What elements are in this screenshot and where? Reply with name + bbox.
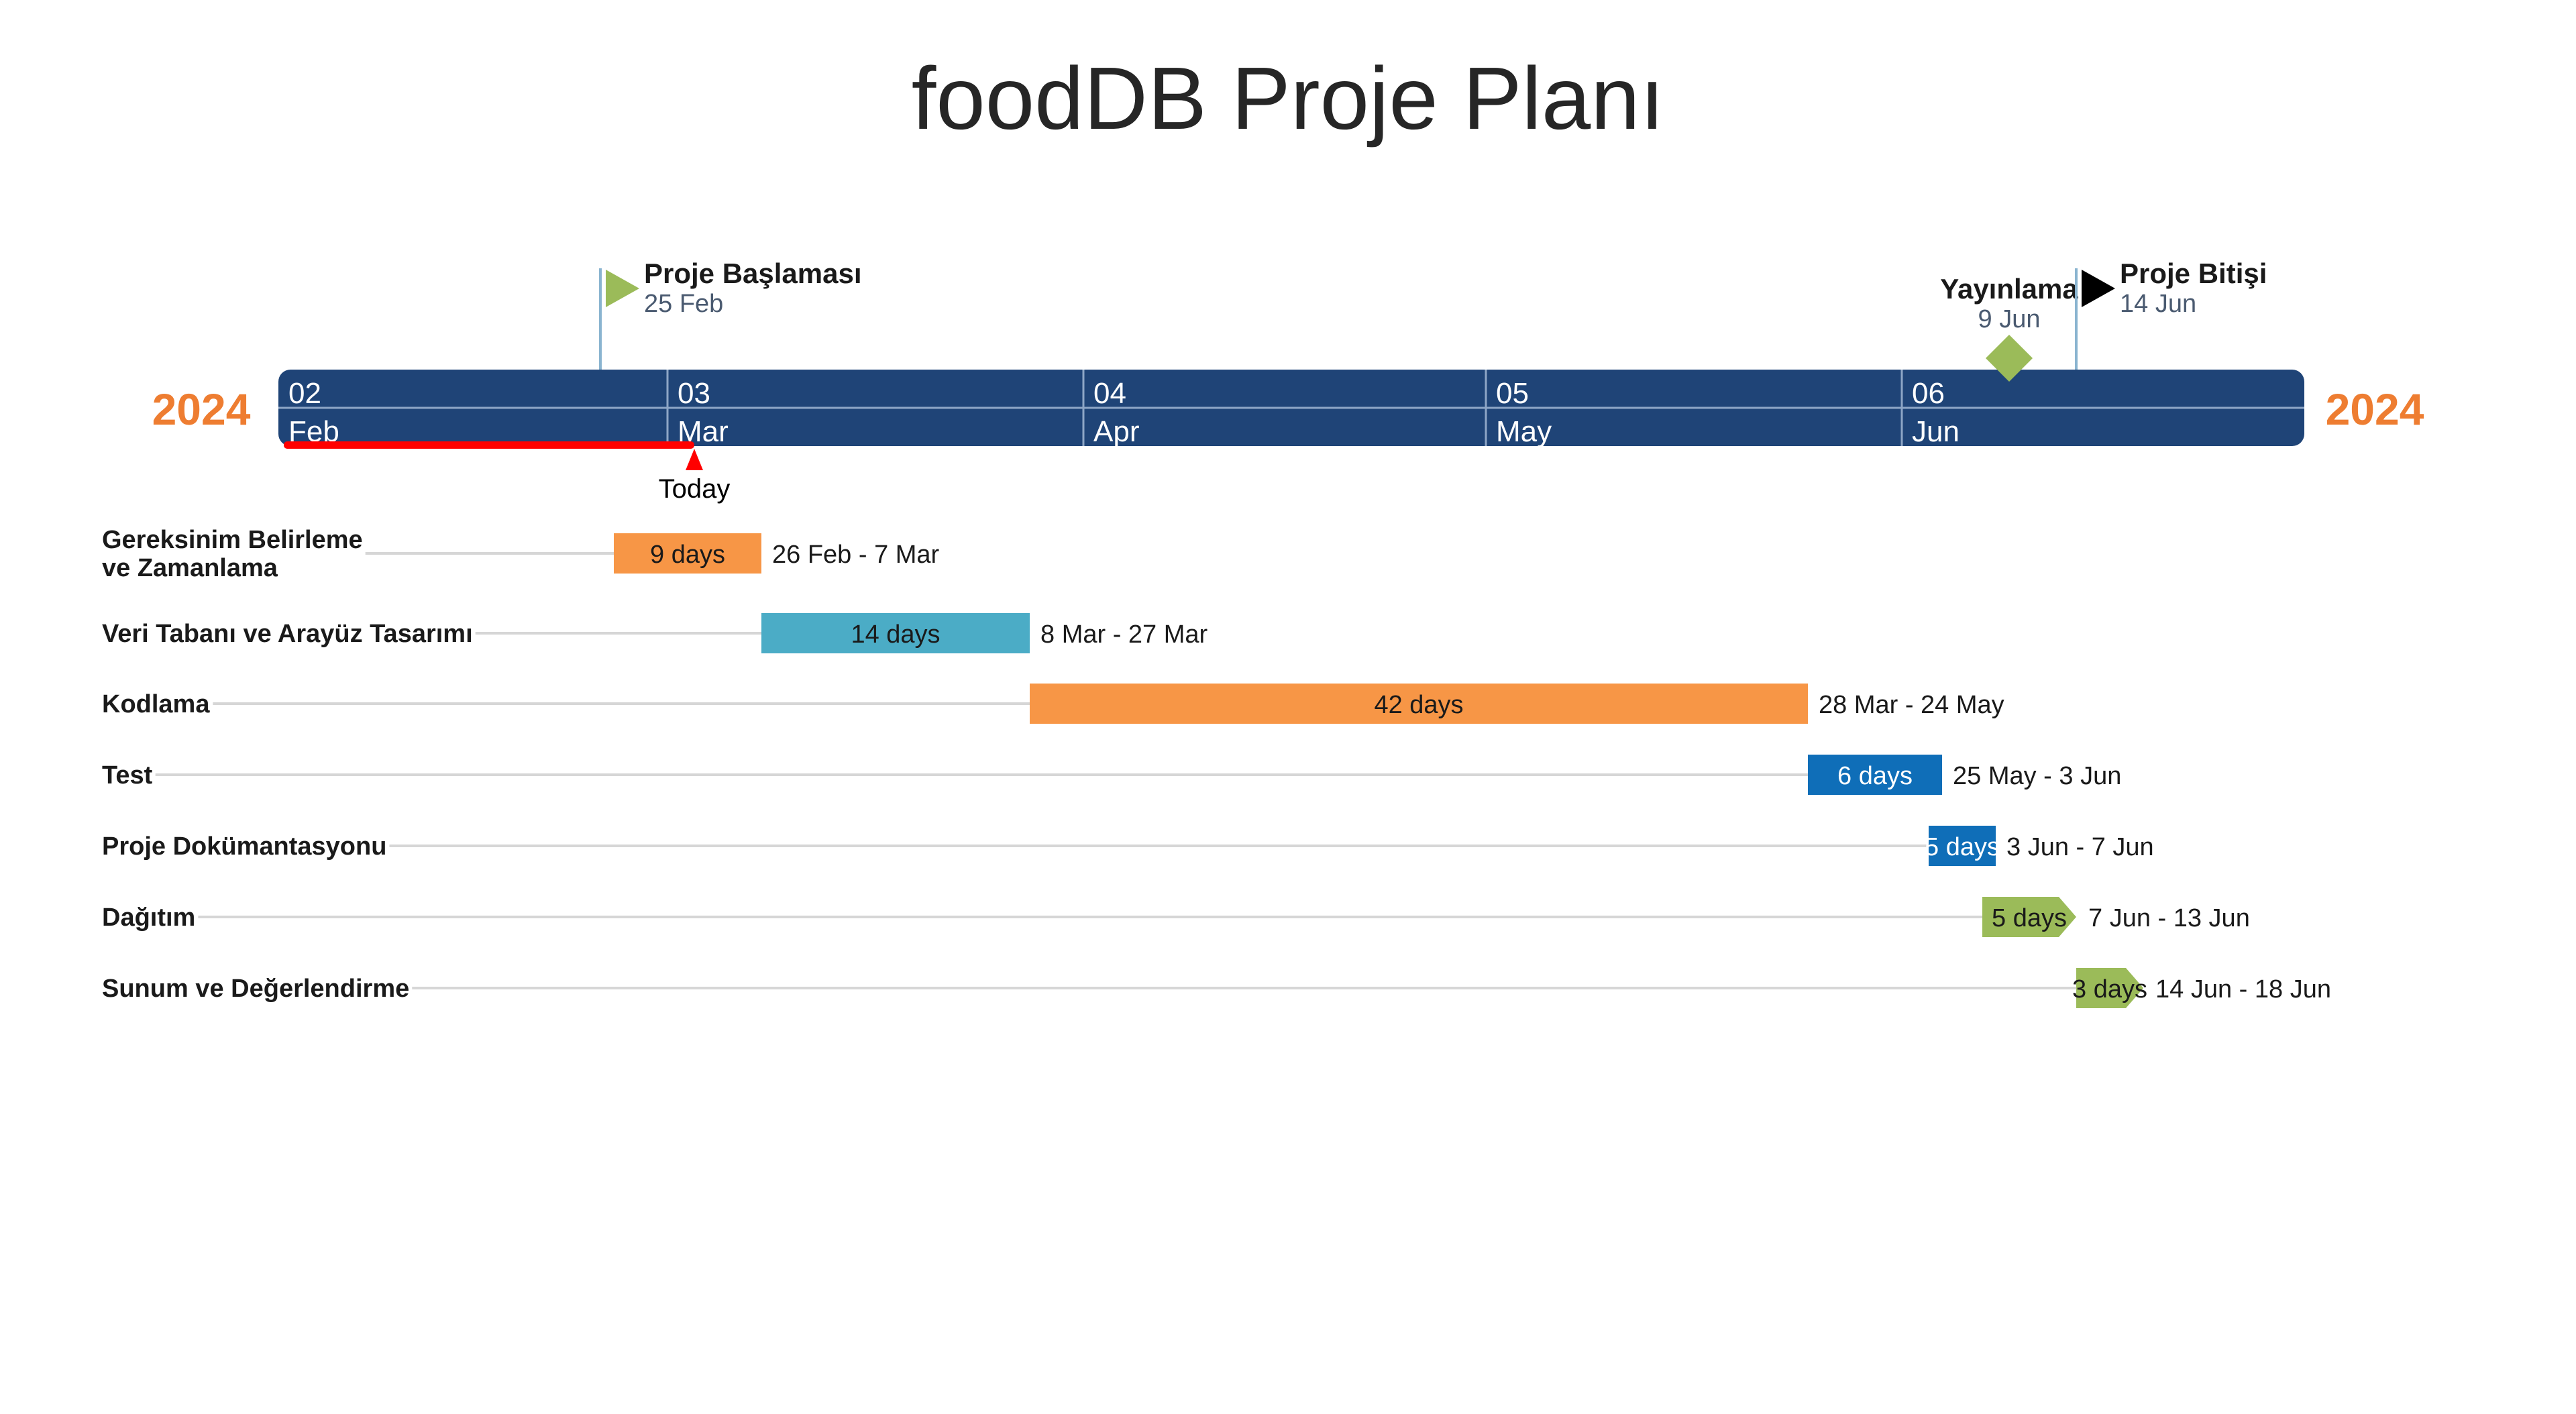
milestone-date: 9 Jun bbox=[1978, 305, 2041, 333]
task-row: Dağıtım 5 days 7 Jun - 13 Jun bbox=[102, 897, 2250, 937]
timeline-tick-number: 03 bbox=[678, 377, 710, 410]
timeline-tick-number: 02 bbox=[288, 377, 321, 410]
today-marker bbox=[686, 449, 703, 470]
task-name: Sunum ve Değerlendirme bbox=[102, 975, 409, 1003]
milestone: Proje Başlaması25 Feb bbox=[599, 258, 862, 370]
task-row: Veri Tabanı ve Arayüz Tasarımı 14 days 8 M… bbox=[102, 613, 1208, 653]
milestone-name: Proje Başlaması bbox=[644, 258, 862, 289]
task-duration-label: 42 days bbox=[1374, 691, 1463, 719]
task-name-line: Kodlama bbox=[102, 690, 210, 718]
milestone-name: Yayınlama bbox=[1940, 273, 2078, 305]
task-name: Gereksinim Belirleme ve Zamanlama bbox=[102, 526, 363, 582]
task-date-range: 28 Mar - 24 May bbox=[1819, 691, 2004, 719]
milestone-date: 25 Feb bbox=[644, 290, 723, 318]
task-name-line: Proje Dokümantasyonu bbox=[102, 832, 386, 861]
task-name: Veri Tabanı ve Arayüz Tasarımı bbox=[102, 620, 473, 648]
task-row: Proje Dokümantasyonu 5 days 3 Jun - 7 Jun bbox=[102, 826, 2154, 866]
task-name-line: ve Zamanlama bbox=[102, 554, 278, 582]
task-duration-label: 5 days bbox=[1925, 833, 2000, 861]
timeline-tick-number: 06 bbox=[1912, 377, 1945, 410]
task-name-line: Test bbox=[102, 761, 153, 790]
milestones: Proje Başlaması25 Feb Yayınlama9 JunProje… bbox=[599, 258, 2267, 382]
task-name-line: Gereksinim Belirleme bbox=[102, 526, 363, 554]
timeline-tick-number: 04 bbox=[1093, 377, 1126, 410]
task-row: Kodlama 42 days 28 Mar - 24 May bbox=[102, 684, 2004, 724]
task-date-range: 25 May - 3 Jun bbox=[1953, 762, 2121, 790]
gantt-chart: foodDB Proje Planı 2024 2024 02 Feb 03 Mar 0… bbox=[0, 0, 2576, 1414]
task-name: Proje Dokümantasyonu bbox=[102, 832, 386, 861]
today-progress-line bbox=[284, 441, 694, 449]
task-duration-label: 6 days bbox=[1837, 762, 1913, 790]
task-rows: Gereksinim Belirleme ve Zamanlama 9 days 26… bbox=[102, 526, 2331, 1008]
timeline: 02Feb03Mar04Apr05May06JunToday bbox=[278, 370, 2304, 504]
milestone-flag-icon bbox=[606, 270, 639, 307]
task-duration-label: 5 days bbox=[1992, 904, 2067, 932]
today-label: Today bbox=[659, 474, 731, 504]
task-date-range: 7 Jun - 13 Jun bbox=[2088, 904, 2250, 932]
year-label-right: 2024 bbox=[2326, 384, 2424, 434]
gantt-svg: foodDB Proje Planı 2024 2024 02Feb03Mar0… bbox=[102, 49, 2424, 1008]
task-row: Sunum ve Değerlendirme 3 days 14 Jun - 18 … bbox=[102, 968, 2331, 1008]
milestone-date: 14 Jun bbox=[2120, 290, 2196, 318]
task-date-range: 8 Mar - 27 Mar bbox=[1040, 620, 1208, 649]
task-row: Gereksinim Belirleme ve Zamanlama 9 days 26… bbox=[102, 526, 940, 582]
task-name-line: Veri Tabanı ve Arayüz Tasarımı bbox=[102, 620, 473, 648]
task-duration-label: 9 days bbox=[650, 541, 725, 569]
task-name: Kodlama bbox=[102, 690, 210, 718]
task-date-range: 3 Jun - 7 Jun bbox=[2006, 833, 2154, 861]
timeline-tick-month: May bbox=[1496, 415, 1552, 448]
milestone: Proje Bitişi14 Jun bbox=[2075, 258, 2267, 370]
chart-title: foodDB Proje Planı bbox=[912, 49, 1665, 148]
milestone-flag-icon bbox=[2082, 270, 2115, 307]
timeline-tick-month: Apr bbox=[1093, 415, 1139, 448]
task-name-line: Dağıtım bbox=[102, 904, 195, 932]
timeline-tick-month: Jun bbox=[1912, 415, 1960, 448]
milestone-name: Proje Bitişi bbox=[2120, 258, 2267, 289]
task-date-range: 26 Feb - 7 Mar bbox=[772, 541, 940, 569]
timeline-tick-number: 05 bbox=[1496, 377, 1529, 410]
task-duration-label: 14 days bbox=[851, 620, 940, 649]
year-label-left: 2024 bbox=[152, 384, 251, 434]
task-name: Test bbox=[102, 761, 153, 790]
task-date-range: 14 Jun - 18 Jun bbox=[2155, 975, 2331, 1003]
task-row: Test 6 days 25 May - 3 Jun bbox=[102, 755, 2121, 795]
task-duration-label: 3 days bbox=[2072, 975, 2147, 1003]
task-name: Dağıtım bbox=[102, 904, 195, 932]
task-name-line: Sunum ve Değerlendirme bbox=[102, 975, 409, 1003]
milestone: Yayınlama9 Jun bbox=[1940, 273, 2078, 382]
